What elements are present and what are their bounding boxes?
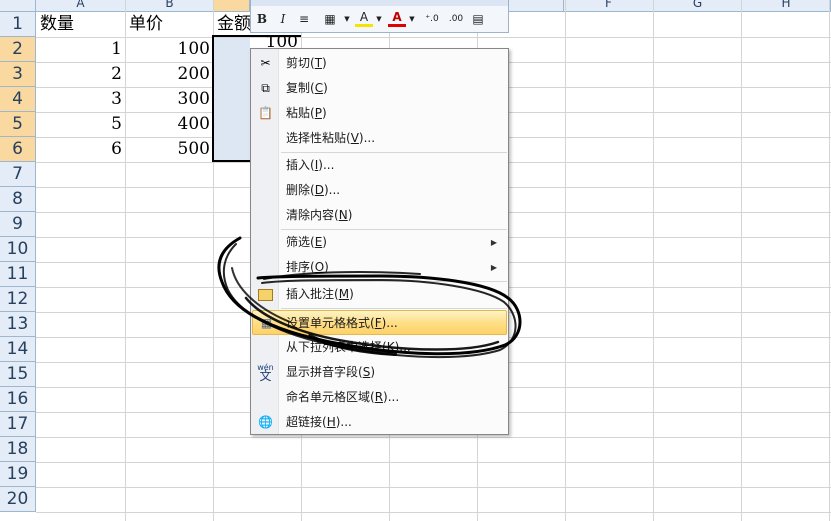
select-all-corner[interactable] <box>0 0 36 12</box>
decrease-decimal-button[interactable]: .00 <box>445 10 467 28</box>
cell-a3[interactable]: 2 <box>37 62 125 87</box>
row-header[interactable]: 6 <box>0 137 36 162</box>
row-header[interactable]: 9 <box>0 212 36 237</box>
center-align-button[interactable]: ≡ <box>296 10 312 28</box>
cell-a2[interactable]: 1 <box>37 37 125 62</box>
chevron-down-icon[interactable]: ▼ <box>408 10 416 28</box>
font-color-button[interactable]: A <box>388 10 406 27</box>
menu-item-phonetic[interactable]: wén 文 显示拼音字段(S) <box>252 360 507 385</box>
cell-b2[interactable]: 100 <box>126 37 213 62</box>
row-header[interactable]: 11 <box>0 262 36 287</box>
format-painter-button[interactable]: ▤ <box>469 10 487 28</box>
row-header[interactable]: 7 <box>0 162 36 187</box>
menu-item-define-name[interactable]: 命名单元格区域(R)... <box>252 385 507 410</box>
submenu-arrow-icon: ▶ <box>490 238 497 247</box>
cell-a4[interactable]: 3 <box>37 87 125 112</box>
col-header-c[interactable] <box>214 0 250 12</box>
row-header[interactable]: 19 <box>0 462 36 487</box>
row-header[interactable]: 16 <box>0 387 36 412</box>
context-menu: ✂ 剪切(T) ⧉ 复制(C) 📋 粘贴(P) 选择性粘贴(V)... 插入(I… <box>250 48 509 435</box>
row-header[interactable]: 12 <box>0 287 36 312</box>
cell-a5[interactable]: 5 <box>37 112 125 137</box>
menu-item-pick-from-list[interactable]: 从下拉列表中选择(K)... <box>252 335 507 360</box>
bold-button[interactable]: B <box>255 10 269 28</box>
row-header[interactable]: 5 <box>0 112 36 137</box>
phonetic-icon: wén 文 <box>257 363 274 383</box>
cell-b1[interactable]: 单价 <box>126 12 213 37</box>
fill-color-button[interactable]: A <box>355 10 373 27</box>
menu-item-filter[interactable]: 筛选(E) ▶ <box>252 230 507 255</box>
col-header-h[interactable]: H <box>742 0 831 12</box>
row-header[interactable]: 4 <box>0 87 36 112</box>
col-header-a[interactable]: A <box>36 0 126 12</box>
cell-a6[interactable]: 6 <box>37 137 125 162</box>
comment-icon <box>257 286 274 303</box>
row-header[interactable]: 18 <box>0 437 36 462</box>
paint-bucket-icon: A <box>359 10 369 24</box>
menu-item-paste-special[interactable]: 选择性粘贴(V)... <box>252 126 507 151</box>
globe-link-icon: 🌐 <box>258 415 273 429</box>
mini-toolbar: B I ≡ ▦ ▼ A ▼ A ▼ ⁺.0 .00 ▤ <box>250 0 509 33</box>
menu-item-cut[interactable]: ✂ 剪切(T) <box>252 51 507 76</box>
row-header[interactable]: 1 <box>0 12 36 37</box>
menu-item-insert-comment[interactable]: 插入批注(M) <box>252 282 507 307</box>
italic-button[interactable]: I <box>276 10 290 28</box>
row-header[interactable]: 20 <box>0 487 36 512</box>
clipboard-icon: 📋 <box>258 106 273 120</box>
menu-item-sort[interactable]: 排序(O) ▶ <box>252 255 507 280</box>
row-header[interactable]: 8 <box>0 187 36 212</box>
menu-item-copy[interactable]: ⧉ 复制(C) <box>252 76 507 101</box>
row-header[interactable]: 3 <box>0 62 36 87</box>
scissors-icon: ✂ <box>260 56 271 70</box>
col-header-b[interactable]: B <box>126 0 214 12</box>
cell-b6[interactable]: 500 <box>126 137 213 162</box>
cell-c1[interactable]: 金额 <box>214 12 254 37</box>
cell-b5[interactable]: 400 <box>126 112 213 137</box>
row-header[interactable]: 2 <box>0 37 36 62</box>
format-cells-icon: ▦ <box>260 316 273 330</box>
col-header-f[interactable]: F <box>564 0 654 12</box>
menu-item-paste[interactable]: 📋 粘贴(P) <box>252 101 507 126</box>
chevron-down-icon[interactable]: ▼ <box>375 10 383 28</box>
cell-b3[interactable]: 200 <box>126 62 213 87</box>
cell-b4[interactable]: 300 <box>126 87 213 112</box>
menu-item-insert[interactable]: 插入(I)... <box>252 153 507 178</box>
increase-decimal-button[interactable]: ⁺.0 <box>421 10 443 28</box>
menu-item-delete[interactable]: 删除(D)... <box>252 178 507 203</box>
col-header-e[interactable] <box>509 0 564 12</box>
submenu-arrow-icon: ▶ <box>490 263 497 272</box>
row-header[interactable]: 10 <box>0 237 36 262</box>
borders-button[interactable]: ▦ <box>320 10 340 28</box>
row-header[interactable]: 14 <box>0 337 36 362</box>
col-header-g[interactable]: G <box>654 0 742 12</box>
menu-item-hyperlink[interactable]: 🌐 超链接(H)... <box>252 410 507 435</box>
chevron-down-icon[interactable]: ▼ <box>343 10 351 28</box>
row-header[interactable]: 15 <box>0 362 36 387</box>
menu-item-clear-contents[interactable]: 清除内容(N) <box>252 203 507 228</box>
copy-icon: ⧉ <box>261 81 270 95</box>
cell-a1[interactable]: 数量 <box>37 12 125 37</box>
cell-c2-value[interactable]: 100 <box>250 35 300 49</box>
row-header[interactable]: 17 <box>0 412 36 437</box>
menu-item-format-cells[interactable]: ▦ 设置单元格格式(F)... <box>252 310 507 335</box>
row-header[interactable]: 13 <box>0 312 36 337</box>
